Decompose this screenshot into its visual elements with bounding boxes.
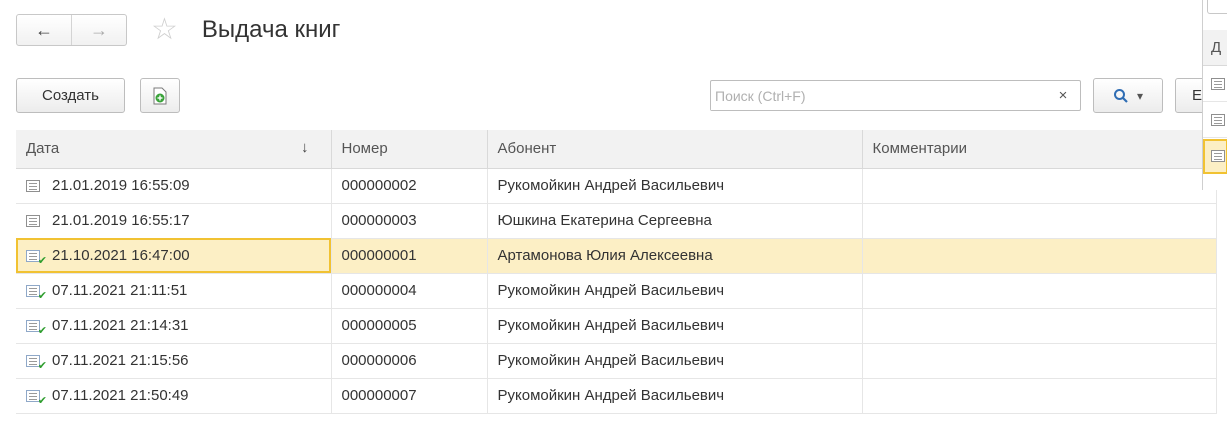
document-icon <box>26 214 40 227</box>
document-icon <box>26 179 40 192</box>
date-value: 07.11.2021 21:11:51 <box>52 282 188 299</box>
side-panel-row[interactable] <box>1203 67 1227 102</box>
copy-button[interactable] <box>140 78 180 113</box>
side-panel: Д <box>1202 0 1227 190</box>
command-bar: Создать × ▾ Eu <box>16 78 1227 114</box>
table-row[interactable]: 21.01.2019 16:55:17 000000003 Юшкина Ека… <box>16 203 1217 239</box>
number-cell[interactable]: 000000007 <box>331 378 488 414</box>
comment-cell[interactable] <box>862 308 1217 344</box>
search-icon <box>1113 88 1128 103</box>
sort-descending-icon: ↓ <box>301 139 309 156</box>
forward-button[interactable]: → <box>72 15 126 45</box>
subscriber-cell[interactable]: Юшкина Екатерина Сергеевна <box>487 203 863 239</box>
column-header-subscriber[interactable]: Абонент <box>487 130 863 169</box>
number-cell[interactable]: 000000003 <box>331 203 488 239</box>
subscriber-cell[interactable]: Рукомойкин Андрей Васильевич <box>487 168 863 204</box>
side-panel-header: Д <box>1203 30 1227 66</box>
search-button[interactable]: ▾ <box>1093 78 1163 113</box>
comment-cell[interactable] <box>862 378 1217 414</box>
subscriber-cell[interactable]: Рукомойкин Андрей Васильевич <box>487 273 863 309</box>
date-value: 07.11.2021 21:14:31 <box>52 317 189 334</box>
posted-document-icon <box>26 249 47 267</box>
clear-search-icon[interactable]: × <box>1046 87 1080 104</box>
comment-cell[interactable] <box>862 343 1217 379</box>
posted-document-icon <box>26 354 47 372</box>
subscriber-cell[interactable]: Рукомойкин Андрей Васильевич <box>487 378 863 414</box>
date-cell[interactable]: 21.10.2021 16:47:00 <box>16 238 332 274</box>
table-row[interactable]: 07.11.2021 21:11:51 000000004 Рукомойкин… <box>16 273 1217 309</box>
date-value: 21.10.2021 16:47:00 <box>52 247 190 264</box>
documents-table: Дата ↓ Номер Абонент Комментарии 21.01.2… <box>16 130 1217 414</box>
column-header-number[interactable]: Номер <box>331 130 488 169</box>
navigation-buttons: ← → <box>16 14 127 46</box>
subscriber-cell[interactable]: Рукомойкин Андрей Васильевич <box>487 343 863 379</box>
posted-document-icon <box>26 284 47 302</box>
page-title: Выдача книг <box>201 16 341 43</box>
comment-cell[interactable] <box>862 168 1217 204</box>
side-panel-row[interactable] <box>1203 103 1227 138</box>
date-cell[interactable]: 07.11.2021 21:50:49 <box>16 378 332 414</box>
date-cell[interactable]: 07.11.2021 21:14:31 <box>16 308 332 344</box>
column-header-date[interactable]: Дата ↓ <box>16 130 332 169</box>
comment-cell[interactable] <box>862 238 1217 274</box>
column-header-comment[interactable]: Комментарии <box>862 130 1217 169</box>
table-row[interactable]: 21.01.2019 16:55:09 000000002 Рукомойкин… <box>16 168 1217 204</box>
date-value: 21.01.2019 16:55:09 <box>52 177 190 194</box>
subscriber-cell[interactable]: Рукомойкин Андрей Васильевич <box>487 308 863 344</box>
posted-document-icon <box>26 389 47 407</box>
number-cell[interactable]: 000000004 <box>331 273 488 309</box>
number-cell[interactable]: 000000001 <box>331 238 488 274</box>
comment-cell[interactable] <box>862 203 1217 239</box>
date-cell[interactable]: 21.01.2019 16:55:09 <box>16 168 332 204</box>
side-panel-row-selected[interactable] <box>1203 139 1227 174</box>
document-icon <box>1211 150 1225 162</box>
date-cell[interactable]: 07.11.2021 21:11:51 <box>16 273 332 309</box>
table-header-row: Дата ↓ Номер Абонент Комментарии <box>16 130 1217 169</box>
posted-document-icon <box>26 319 47 337</box>
number-cell[interactable]: 000000005 <box>331 308 488 344</box>
create-button[interactable]: Создать <box>16 78 125 113</box>
date-value: 07.11.2021 21:50:49 <box>52 387 189 404</box>
table-row[interactable]: 07.11.2021 21:50:49 000000007 Рукомойкин… <box>16 378 1217 414</box>
date-value: 21.01.2019 16:55:17 <box>52 212 190 229</box>
number-cell[interactable]: 000000006 <box>331 343 488 379</box>
title-bar: ← → ☆ Выдача книг <box>16 12 340 48</box>
column-header-label: Дата <box>26 140 60 158</box>
table-row-selected[interactable]: 21.10.2021 16:47:00 000000001 Артамонова… <box>16 238 1217 274</box>
chevron-down-icon: ▾ <box>1136 88 1144 103</box>
back-button[interactable]: ← <box>17 15 71 45</box>
side-panel-button[interactable] <box>1207 0 1227 14</box>
date-cell[interactable]: 07.11.2021 21:15:56 <box>16 343 332 379</box>
subscriber-cell[interactable]: Артамонова Юлия Алексеевна <box>487 238 863 274</box>
table-row[interactable]: 07.11.2021 21:15:56 000000006 Рукомойкин… <box>16 343 1217 379</box>
search-input[interactable] <box>711 81 1046 110</box>
search-box: × <box>710 80 1081 111</box>
date-value: 07.11.2021 21:15:56 <box>52 352 189 369</box>
document-icon <box>1211 114 1225 126</box>
table-row[interactable]: 07.11.2021 21:14:31 000000005 Рукомойкин… <box>16 308 1217 344</box>
document-icon <box>1211 78 1225 90</box>
number-cell[interactable]: 000000002 <box>331 168 488 204</box>
date-cell[interactable]: 21.01.2019 16:55:17 <box>16 203 332 239</box>
favorite-star-icon[interactable]: ☆ <box>151 15 178 45</box>
comment-cell[interactable] <box>862 273 1217 309</box>
add-copy-icon <box>153 87 167 104</box>
